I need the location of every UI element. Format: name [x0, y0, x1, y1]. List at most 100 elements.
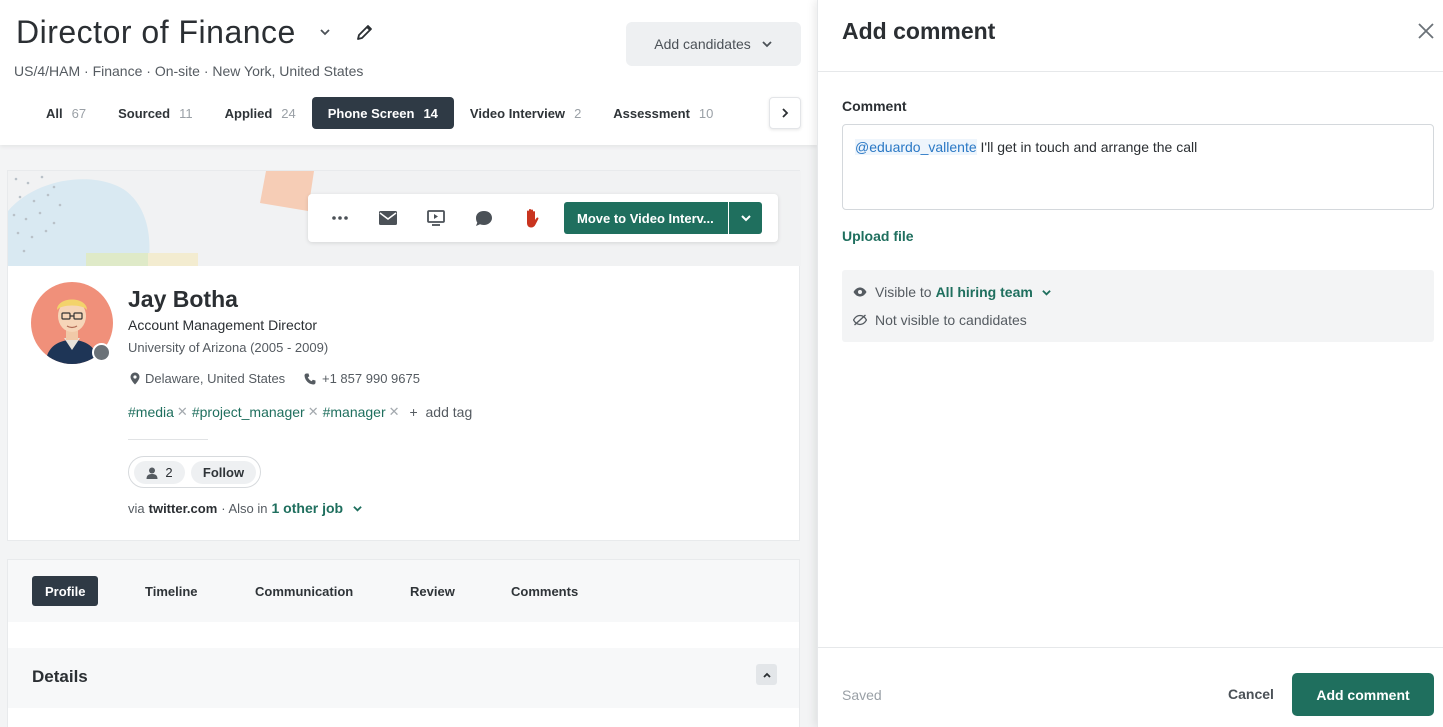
add-tag-button[interactable]: + add tag: [410, 404, 473, 420]
close-icon[interactable]: [1416, 21, 1436, 41]
visibility-dropdown[interactable]: All hiring team: [936, 284, 1033, 300]
candidate-name: Jay Botha: [128, 286, 238, 312]
stage-tab-video-interview[interactable]: Video Interview 2: [454, 97, 597, 129]
candidate-role: Account Management Director: [128, 317, 318, 333]
stage-count: 24: [281, 105, 296, 121]
chevron-down-icon[interactable]: [319, 27, 331, 37]
stage-tab-phone-screen[interactable]: Phone Screen 14: [311, 97, 454, 129]
follow-group: 2 Follow: [128, 456, 261, 488]
stage-label: Video Interview: [469, 105, 566, 121]
comment-label: Comment: [842, 98, 907, 114]
tab-comments[interactable]: Comments: [498, 576, 591, 606]
tab-communication[interactable]: Communication: [242, 576, 366, 606]
chevron-down-icon: [762, 41, 772, 48]
stage-label: All: [46, 105, 63, 121]
cancel-button[interactable]: Cancel: [1228, 686, 1274, 702]
stage-tab-assessment[interactable]: Assessment 10: [597, 97, 729, 129]
source-badge-icon: [92, 343, 111, 362]
followers-count[interactable]: 2: [134, 461, 185, 484]
chevron-down-icon[interactable]: [352, 504, 363, 513]
add-comment-panel: Add comment Comment @eduardo_vallente I'…: [817, 0, 1443, 727]
stage-count: 11: [179, 105, 193, 121]
stage-tabs: All 67 Sourced 11 Applied 24 Phone Screen 14…: [30, 97, 729, 129]
more-options-icon[interactable]: [329, 207, 351, 229]
divider: [128, 439, 208, 440]
remove-tag-icon[interactable]: ✕: [308, 404, 319, 420]
collapse-details-button[interactable]: [756, 664, 777, 685]
tag[interactable]: #media: [128, 404, 174, 420]
video-interview-icon[interactable]: [425, 207, 447, 229]
via-prefix: via: [128, 500, 145, 516]
details-section-header: Details: [8, 648, 799, 708]
candidate-card: Move to Video Interv... Jay Botha Accoun: [7, 170, 801, 541]
move-to-stage-button[interactable]: Move to Video Interv...: [564, 202, 728, 234]
stage-tab-sourced[interactable]: Sourced 11: [102, 97, 209, 129]
candidate-tags: #media ✕ #project_manager ✕ #manager ✕ + ad…: [128, 404, 472, 420]
candidate-education: University of Arizona (2005 - 2009): [128, 340, 329, 355]
details-title: Details: [32, 667, 88, 686]
chevron-right-icon: [782, 108, 789, 118]
tab-profile[interactable]: Profile: [32, 576, 99, 606]
location-text: Delaware, United States: [145, 371, 286, 386]
remove-tag-icon[interactable]: ✕: [389, 404, 400, 420]
comment-text: I'll get in touch and arrange the call: [976, 139, 1198, 155]
phone-icon: [304, 373, 316, 384]
stage-tabs-next-button[interactable]: [769, 97, 801, 129]
stage-count: 10: [698, 105, 714, 121]
disqualify-hand-icon[interactable]: [521, 207, 543, 229]
location-pin-icon: [130, 372, 140, 385]
other-job-link[interactable]: 1 other job: [272, 500, 344, 516]
stage-tab-all[interactable]: All 67: [30, 97, 102, 129]
stage-count: 2: [574, 105, 582, 121]
panel-footer: Saved Cancel Add comment: [818, 647, 1443, 727]
tag[interactable]: #project_manager: [192, 404, 305, 420]
edit-pencil-icon[interactable]: [355, 22, 375, 42]
stage-count: 67: [71, 105, 87, 121]
source-name: twitter.com: [148, 500, 218, 516]
panel-header: Add comment: [818, 0, 1443, 72]
upload-file-link[interactable]: Upload file: [842, 228, 914, 244]
move-stage-dropdown[interactable]: [729, 202, 762, 234]
saved-status: Saved: [842, 687, 882, 703]
add-candidates-button[interactable]: Add candidates: [626, 22, 801, 66]
stage-tab-applied[interactable]: Applied 24: [209, 97, 312, 129]
email-icon[interactable]: [377, 207, 399, 229]
add-tag-label: add tag: [425, 404, 473, 420]
followers-count-text: 2: [165, 465, 173, 480]
job-pipeline-view: Director of Finance US/4/HAM · Finance ·…: [0, 0, 817, 727]
job-title[interactable]: Director of Finance: [16, 14, 296, 51]
comment-input[interactable]: @eduardo_vallente I'll get in touch and …: [842, 124, 1434, 210]
candidate-location: Delaware, United States: [130, 371, 285, 386]
add-comment-button[interactable]: Add comment: [1292, 673, 1434, 716]
plus-icon: +: [409, 404, 418, 420]
candidate-action-bar: Move to Video Interv...: [308, 194, 778, 242]
candidate-visibility-row: Not visible to candidates: [853, 312, 1027, 328]
tab-review[interactable]: Review: [397, 576, 468, 606]
job-header: Director of Finance US/4/HAM · Finance ·…: [0, 0, 817, 145]
mention-chip: @eduardo_vallente: [855, 139, 977, 155]
visible-prefix: Visible to: [875, 284, 932, 300]
eye-off-icon: [853, 314, 867, 326]
stage-label: Sourced: [118, 105, 171, 121]
candidate-phone[interactable]: +1 857 990 9675: [304, 371, 420, 386]
stage-label: Applied: [224, 105, 273, 121]
also-in-text: · Also in: [221, 500, 268, 516]
comment-icon[interactable]: [473, 207, 495, 229]
eye-icon: [853, 287, 867, 297]
chevron-down-icon[interactable]: [1041, 288, 1052, 297]
visibility-row: Visible to All hiring team: [853, 284, 1052, 300]
chevron-up-icon: [762, 672, 771, 678]
tag[interactable]: #manager: [323, 404, 386, 420]
stage-count: 14: [423, 105, 438, 121]
follow-button[interactable]: Follow: [191, 461, 256, 484]
candidate-source-line: via twitter.com · Also in 1 other job: [128, 500, 363, 516]
phone-text: +1 857 990 9675: [322, 371, 420, 386]
job-meta: US/4/HAM · Finance · On-site · New York,…: [14, 63, 364, 79]
remove-tag-icon[interactable]: ✕: [177, 404, 188, 420]
stage-label: Phone Screen: [327, 105, 415, 121]
chevron-down-icon: [740, 215, 751, 222]
not-visible-text: Not visible to candidates: [875, 312, 1027, 328]
tab-timeline[interactable]: Timeline: [132, 576, 211, 606]
candidate-banner: Move to Video Interv...: [8, 171, 801, 266]
visibility-box: Visible to All hiring team Not visible t…: [842, 270, 1434, 342]
